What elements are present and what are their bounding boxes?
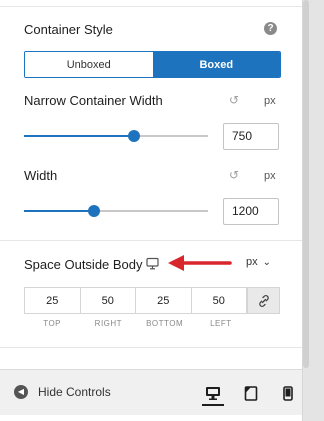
desktop-preview-button[interactable] (202, 382, 224, 406)
unit-dropdown[interactable]: px ⌄ (246, 256, 271, 268)
narrow-width-unit: px (264, 95, 276, 107)
mobile-icon (283, 385, 293, 401)
red-arrow-icon (168, 255, 232, 271)
link-values-button[interactable] (247, 288, 279, 313)
boxed-option[interactable]: Boxed (152, 52, 280, 77)
customizer-panel: Container Style ? Unboxed Boxed Narrow C… (0, 0, 303, 421)
tablet-preview-button[interactable] (240, 382, 262, 404)
top-divider (0, 6, 302, 7)
spacing-labels: TOP RIGHT BOTTOM LEFT (24, 319, 249, 328)
chevron-down-icon: ⌄ (262, 257, 272, 268)
link-icon (258, 294, 269, 307)
spacing-bottom-label: BOTTOM (146, 319, 184, 328)
width-unit: px (264, 170, 276, 182)
tablet-icon (244, 385, 258, 401)
spacing-left-input[interactable]: 50 (192, 288, 247, 313)
spacing-top-label: TOP (43, 319, 62, 328)
narrow-width-slider-thumb[interactable] (128, 130, 140, 142)
spacing-right-label: RIGHT (94, 319, 123, 328)
narrow-width-input[interactable]: 750 (223, 123, 279, 150)
spacing-bottom-input[interactable]: 25 (136, 288, 192, 313)
spacing-left-label: LEFT (210, 319, 232, 328)
hide-controls-button[interactable]: Hide Controls (38, 385, 111, 399)
spacing-inputs: 25 50 25 50 (24, 287, 280, 314)
space-outside-label: Space Outside Body (24, 257, 143, 272)
reset-icon[interactable]: ↺ (229, 168, 239, 182)
width-slider-fill (24, 210, 94, 212)
container-style-label: Container Style (24, 22, 113, 37)
unboxed-option[interactable]: Unboxed (25, 52, 153, 77)
narrow-width-slider-fill (24, 135, 134, 137)
section-divider (0, 240, 302, 241)
monitor-icon[interactable] (146, 257, 159, 270)
width-slider-thumb[interactable] (88, 205, 100, 217)
width-input[interactable]: 1200 (223, 198, 279, 225)
help-icon[interactable]: ? (264, 22, 277, 35)
unit-dropdown-value: px (246, 256, 258, 268)
width-label: Width (24, 168, 58, 183)
spacing-top-input[interactable]: 25 (25, 288, 81, 313)
mobile-preview-button[interactable] (277, 382, 299, 404)
container-style-toggle: Unboxed Boxed (24, 51, 281, 78)
section-divider (0, 347, 302, 348)
spacing-right-input[interactable]: 50 (81, 288, 136, 313)
desktop-icon (206, 386, 220, 400)
narrow-width-label: Narrow Container Width (24, 93, 163, 108)
scrollbar[interactable] (303, 0, 309, 368)
footer-bar: ◀ Hide Controls (0, 369, 302, 415)
reset-icon[interactable]: ↺ (229, 93, 239, 107)
hide-controls-icon[interactable]: ◀ (14, 385, 28, 399)
